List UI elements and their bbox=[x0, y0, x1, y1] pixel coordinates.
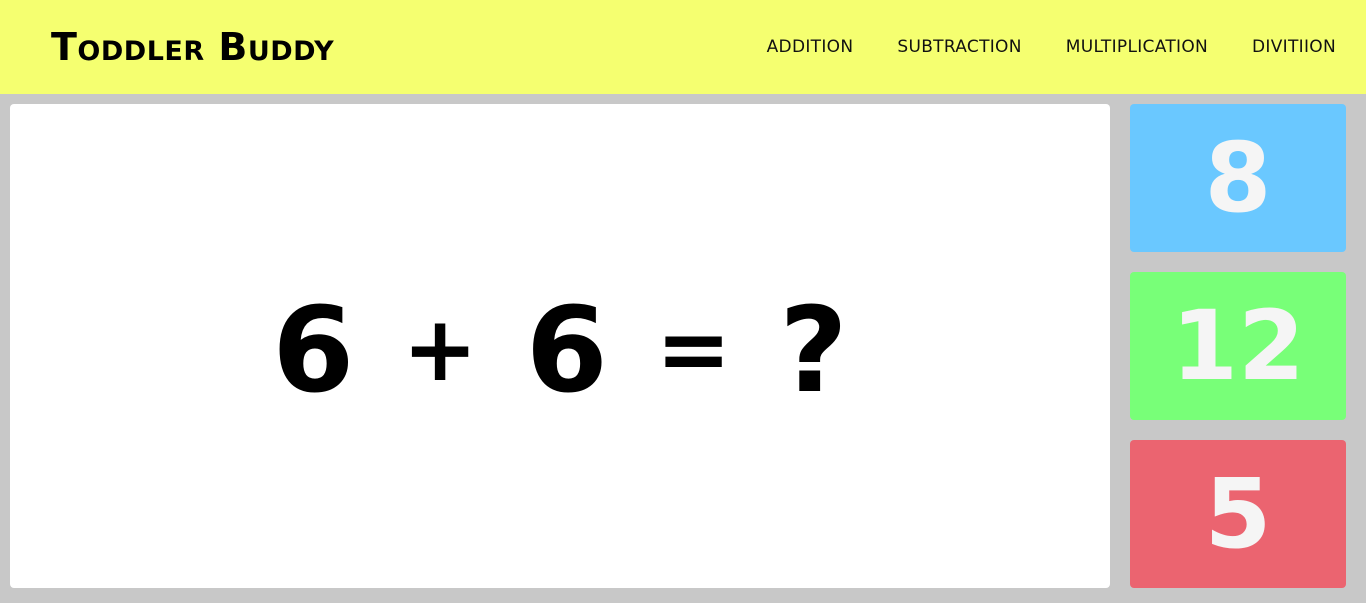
nav-link-division[interactable]: DIVITIION bbox=[1252, 37, 1336, 57]
site-logo[interactable]: Toddler Buddy bbox=[51, 28, 334, 66]
equation: 6 + 6 = ? bbox=[272, 291, 848, 409]
answer-option-8[interactable]: 8 bbox=[1130, 104, 1346, 252]
answer-options: 8 12 5 bbox=[1130, 104, 1346, 588]
operand-1: 6 bbox=[272, 281, 355, 419]
main-nav: ADDITION SUBTRACTION MULTIPLICATION DIVI… bbox=[767, 37, 1336, 57]
answer-label: 5 bbox=[1204, 458, 1272, 570]
site-header: Toddler Buddy ADDITION SUBTRACTION MULTI… bbox=[0, 0, 1366, 94]
answer-option-12[interactable]: 12 bbox=[1130, 272, 1346, 420]
question-panel: 6 + 6 = ? bbox=[10, 104, 1110, 588]
answer-option-5[interactable]: 5 bbox=[1130, 440, 1346, 588]
equals-sign: = bbox=[655, 297, 732, 402]
unknown-question-mark: ? bbox=[779, 281, 848, 419]
nav-link-multiplication[interactable]: MULTIPLICATION bbox=[1066, 37, 1208, 57]
answer-label: 8 bbox=[1204, 122, 1272, 234]
operand-2: 6 bbox=[525, 281, 608, 419]
nav-link-addition[interactable]: ADDITION bbox=[767, 37, 854, 57]
nav-link-subtraction[interactable]: SUBTRACTION bbox=[897, 37, 1021, 57]
answer-label: 12 bbox=[1171, 290, 1305, 402]
plus-operator: + bbox=[402, 297, 478, 402]
